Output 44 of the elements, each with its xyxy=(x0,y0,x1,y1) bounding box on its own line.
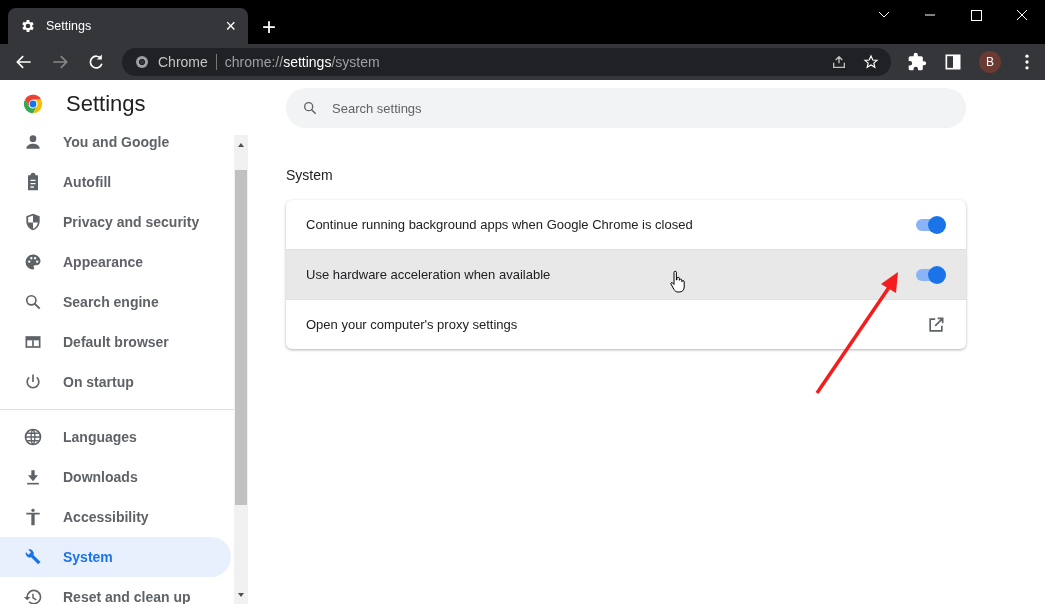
settings-row[interactable]: Continue running background apps when Google Chrome is closed xyxy=(286,200,966,249)
person-arms-icon xyxy=(23,507,43,527)
sidebar-item[interactable]: Default browser xyxy=(0,322,231,362)
profile-avatar[interactable]: B xyxy=(979,51,1001,73)
search-icon xyxy=(23,292,43,312)
chrome-logo-icon xyxy=(22,93,44,115)
sidebar-item[interactable]: On startup xyxy=(0,362,231,402)
close-tab-button[interactable]: × xyxy=(221,17,240,35)
sidebar-item[interactable]: Downloads xyxy=(0,457,231,497)
sidebar-item[interactable]: Languages xyxy=(0,417,231,457)
settings-row[interactable]: Use hardware acceleration when available xyxy=(286,249,966,299)
sidebar-item[interactable]: Privacy and security xyxy=(0,202,231,242)
search-icon xyxy=(302,100,318,116)
gear-icon xyxy=(20,18,36,34)
palette-icon xyxy=(23,252,43,272)
sidebar-item[interactable]: You and Google xyxy=(0,122,231,162)
page-title: Settings xyxy=(66,91,146,117)
sidebar-item[interactable]: Accessibility xyxy=(0,497,231,537)
shield-icon xyxy=(23,212,43,232)
section-heading: System xyxy=(286,167,334,183)
globe-icon xyxy=(23,427,43,447)
chrome-logo-icon xyxy=(134,54,150,70)
site-label: Chrome xyxy=(158,54,208,70)
settings-row[interactable]: Open your computer's proxy settings xyxy=(286,299,966,349)
sidebar-item[interactable]: Reset and clean up xyxy=(0,577,231,604)
toggle-switch[interactable] xyxy=(916,268,944,281)
browser-tab[interactable]: Settings × xyxy=(8,8,248,44)
sidebar-item[interactable]: Search engine xyxy=(0,282,231,322)
address-bar[interactable]: Chrome chrome://settings/system xyxy=(122,48,891,76)
person-icon xyxy=(23,132,43,152)
hand-cursor-icon xyxy=(669,270,685,294)
scrollbar[interactable] xyxy=(234,135,248,604)
search-field[interactable]: Search settings xyxy=(286,88,966,128)
toggle-switch[interactable] xyxy=(916,218,944,231)
sidebar-item[interactable]: Autofill xyxy=(0,162,231,202)
share-icon[interactable] xyxy=(831,54,847,70)
sidebar-item[interactable]: System xyxy=(0,537,231,577)
history-icon xyxy=(23,587,43,604)
new-tab-button[interactable]: + xyxy=(258,15,280,39)
wrench-icon xyxy=(23,547,43,567)
tab-title: Settings xyxy=(46,19,93,33)
sidebar-item[interactable]: Appearance xyxy=(0,242,231,282)
url-text: chrome://settings/system xyxy=(224,54,380,70)
star-icon[interactable] xyxy=(863,54,879,70)
